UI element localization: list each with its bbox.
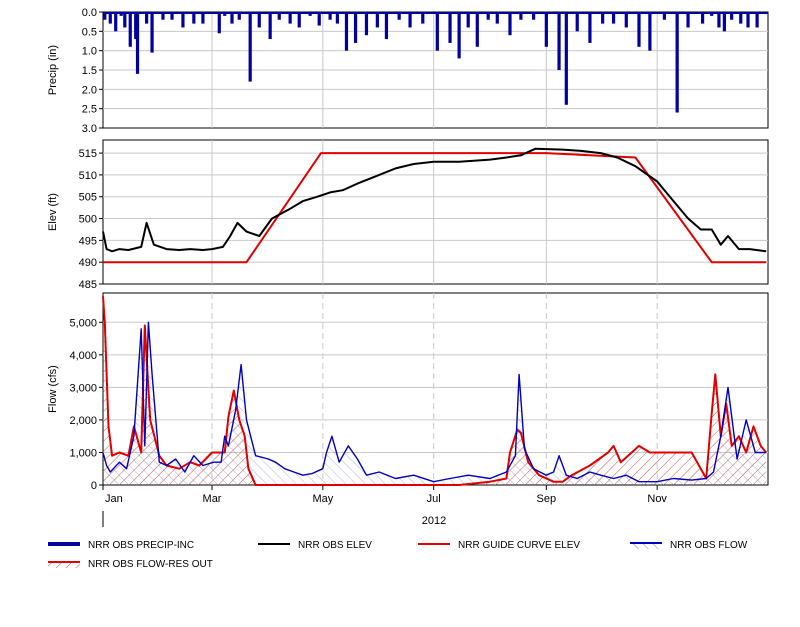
- precip-bar: [248, 12, 252, 82]
- y-tick-label: 495: [79, 235, 97, 247]
- y-tick-label: 0: [91, 480, 97, 492]
- y-tick-label: 4,000: [69, 350, 97, 362]
- precip-bar: [588, 12, 592, 43]
- x-axis-year-label: 2012: [422, 515, 446, 527]
- precip-bar: [317, 12, 321, 26]
- y-tick-label: 0.0: [82, 7, 97, 19]
- precip-y-axis-title: Precip (in): [47, 45, 59, 95]
- legend-item: NRR GUIDE CURVE ELEV: [418, 540, 580, 551]
- precip-bar: [508, 12, 512, 36]
- precip-bar: [457, 12, 461, 59]
- precip-bar: [746, 12, 750, 28]
- precip-bar: [344, 12, 349, 51]
- legend-label: NRR GUIDE CURVE ELEV: [458, 540, 580, 551]
- legend-item: NRR OBS FLOW: [630, 540, 748, 551]
- precip-bar: [217, 12, 221, 34]
- precip-bar: [384, 12, 389, 40]
- flow-y-ticks: 0 1,000 2,000 3,000 4,000 5,000: [69, 317, 103, 492]
- precip-bar: [557, 12, 561, 70]
- precip-bar: [408, 12, 412, 28]
- x-tick-label: Jul: [427, 493, 441, 505]
- precip-bar: [475, 12, 479, 47]
- legend-label: NRR OBS ELEV: [298, 540, 372, 551]
- precip-bar: [364, 12, 369, 36]
- legend: NRR OBS PRECIP-INC NRR OBS ELEV NRR GUIDE …: [48, 540, 748, 570]
- precip-bar: [268, 12, 272, 40]
- y-tick-label: 1.0: [82, 46, 97, 58]
- precip-bar: [375, 12, 379, 28]
- y-tick-label: 2.5: [82, 104, 97, 116]
- y-tick-label: 490: [79, 257, 97, 269]
- precip-bar: [128, 12, 132, 47]
- precip-bar: [722, 12, 726, 32]
- precip-bar: [297, 12, 301, 28]
- x-tick-label: May: [312, 493, 333, 505]
- x-tick-label: Mar: [203, 493, 222, 505]
- y-tick-label: 0.5: [82, 26, 97, 38]
- y-tick-label: 1,000: [69, 447, 97, 459]
- precip-bar: [448, 12, 452, 43]
- precip-bar: [544, 12, 548, 47]
- y-tick-label: 1.5: [82, 65, 97, 77]
- precip-bar: [564, 12, 568, 105]
- precip-bar: [114, 12, 118, 32]
- precip-bar: [686, 12, 690, 28]
- hydrology-chart: 0.0 0.5 1.0 1.5 2.0 2.5 3.0 Precip (in) 485 490…: [0, 0, 800, 627]
- elev-y-ticks: 485 490 495 500 505 510 515: [79, 148, 103, 291]
- precip-bar: [755, 12, 759, 28]
- elev-y-axis-title: Elev (ft): [47, 193, 59, 231]
- y-tick-label: 5,000: [69, 317, 97, 329]
- legend-label: NRR OBS PRECIP-INC: [88, 540, 194, 551]
- precip-bar: [353, 12, 358, 43]
- precip-bar: [575, 12, 579, 32]
- y-tick-label: 510: [79, 170, 97, 182]
- y-tick-label: 515: [79, 148, 97, 160]
- y-tick-label: 3,000: [69, 382, 97, 394]
- legend-item: NRR OBS FLOW-RES OUT: [48, 559, 213, 570]
- precip-bar: [257, 12, 261, 28]
- legend-item: NRR OBS ELEV: [258, 540, 372, 551]
- y-tick-label: 2.0: [82, 84, 97, 96]
- x-tick-label: Sep: [537, 493, 557, 505]
- y-tick-label: 505: [79, 192, 97, 204]
- precip-bar: [435, 12, 439, 51]
- precip-bar: [624, 12, 628, 28]
- precip-bar: [717, 12, 721, 28]
- y-tick-label: 500: [79, 214, 97, 226]
- elev-panel: 485 490 495 500 505 510 515 Elev (ft): [47, 139, 769, 291]
- precip-bar: [181, 12, 185, 28]
- flow-x-ticks: Jan Mar May Jul Sep Nov: [102, 485, 667, 505]
- precip-bar: [675, 12, 679, 113]
- y-tick-label: 3.0: [82, 123, 97, 135]
- precip-bar: [150, 12, 154, 53]
- precip-bar: [123, 12, 127, 28]
- legend-item: NRR OBS PRECIP-INC: [48, 540, 194, 551]
- y-tick-label: 485: [79, 279, 97, 291]
- flow-panel: 0 1,000 2,000 3,000 4,000 5,000 Jan Mar May Jul S…: [47, 292, 769, 527]
- precip-bar: [637, 12, 641, 47]
- x-tick-label: Jan: [105, 493, 123, 505]
- precip-bar: [135, 12, 140, 74]
- precip-y-ticks: 0.0 0.5 1.0 1.5 2.0 2.5 3.0: [82, 7, 103, 135]
- flow-y-axis-title: Flow (cfs): [47, 365, 59, 413]
- precip-bar: [648, 12, 652, 51]
- legend-label: NRR OBS FLOW: [670, 540, 748, 551]
- y-tick-label: 2,000: [69, 415, 97, 427]
- precip-panel: 0.0 0.5 1.0 1.5 2.0 2.5 3.0 Precip (in): [47, 7, 769, 135]
- precip-bar: [466, 12, 470, 28]
- x-tick-label: Nov: [647, 493, 667, 505]
- legend-label: NRR OBS FLOW-RES OUT: [88, 559, 213, 570]
- chart-svg: 0.0 0.5 1.0 1.5 2.0 2.5 3.0 Precip (in) 485 490…: [47, 7, 769, 570]
